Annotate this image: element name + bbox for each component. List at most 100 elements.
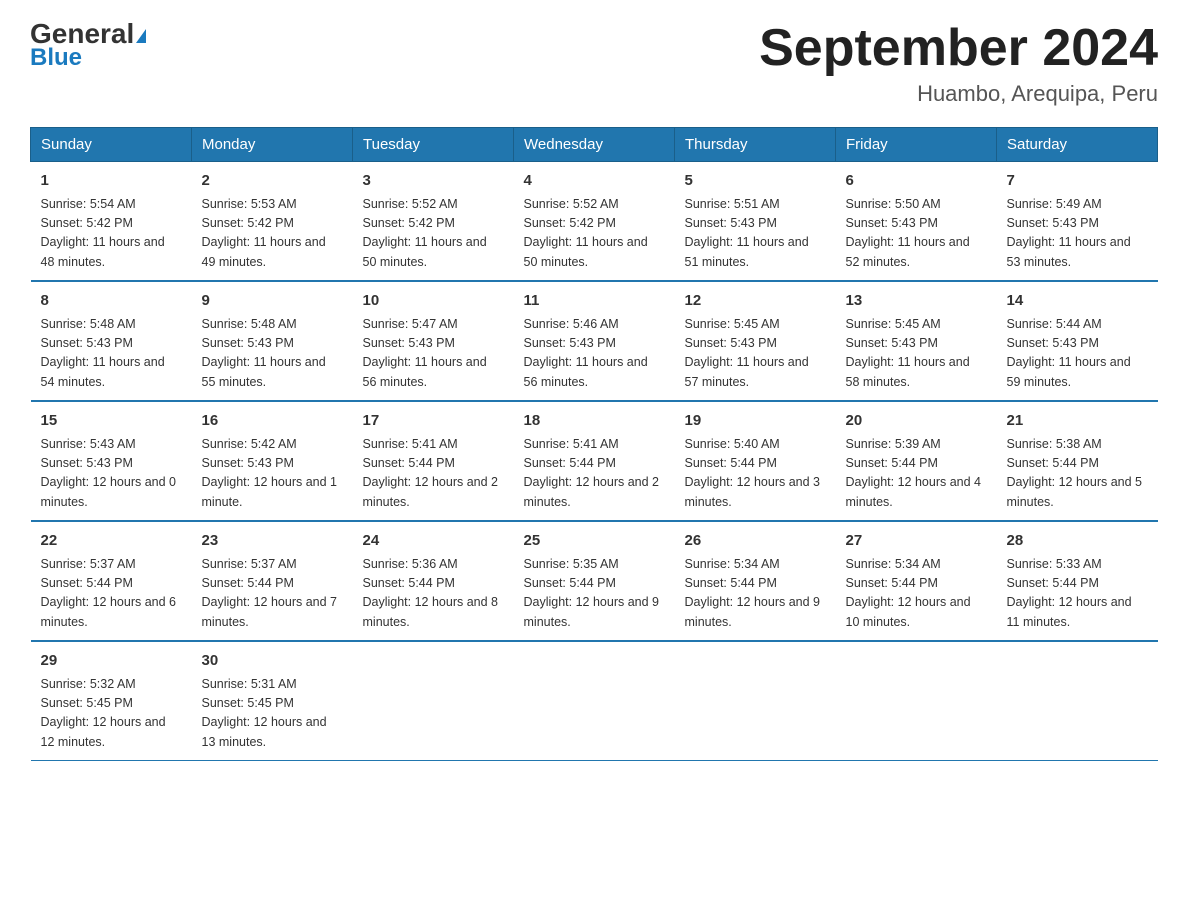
calendar-week-row: 1Sunrise: 5:54 AMSunset: 5:42 PMDaylight… xyxy=(31,162,1158,282)
day-number: 18 xyxy=(524,410,665,433)
day-info: Sunrise: 5:41 AMSunset: 5:44 PMDaylight:… xyxy=(524,435,665,513)
calendar-cell: 2Sunrise: 5:53 AMSunset: 5:42 PMDaylight… xyxy=(192,162,353,282)
day-number: 1 xyxy=(41,170,182,193)
calendar-cell: 9Sunrise: 5:48 AMSunset: 5:43 PMDaylight… xyxy=(192,281,353,401)
calendar-cell: 3Sunrise: 5:52 AMSunset: 5:42 PMDaylight… xyxy=(353,162,514,282)
day-number: 27 xyxy=(846,530,987,553)
day-number: 3 xyxy=(363,170,504,193)
day-number: 21 xyxy=(1007,410,1148,433)
calendar-cell: 1Sunrise: 5:54 AMSunset: 5:42 PMDaylight… xyxy=(31,162,192,282)
calendar-cell: 8Sunrise: 5:48 AMSunset: 5:43 PMDaylight… xyxy=(31,281,192,401)
day-number: 15 xyxy=(41,410,182,433)
day-number: 2 xyxy=(202,170,343,193)
calendar-week-row: 15Sunrise: 5:43 AMSunset: 5:43 PMDayligh… xyxy=(31,401,1158,521)
calendar-cell: 25Sunrise: 5:35 AMSunset: 5:44 PMDayligh… xyxy=(514,521,675,641)
day-number: 14 xyxy=(1007,290,1148,313)
day-number: 22 xyxy=(41,530,182,553)
day-info: Sunrise: 5:34 AMSunset: 5:44 PMDaylight:… xyxy=(846,555,987,633)
calendar-cell: 28Sunrise: 5:33 AMSunset: 5:44 PMDayligh… xyxy=(997,521,1158,641)
calendar-cell xyxy=(675,641,836,761)
day-info: Sunrise: 5:41 AMSunset: 5:44 PMDaylight:… xyxy=(363,435,504,513)
day-info: Sunrise: 5:32 AMSunset: 5:45 PMDaylight:… xyxy=(41,675,182,753)
day-number: 26 xyxy=(685,530,826,553)
logo: General Blue xyxy=(30,20,146,72)
day-number: 11 xyxy=(524,290,665,313)
day-info: Sunrise: 5:42 AMSunset: 5:43 PMDaylight:… xyxy=(202,435,343,513)
day-number: 28 xyxy=(1007,530,1148,553)
calendar-cell: 17Sunrise: 5:41 AMSunset: 5:44 PMDayligh… xyxy=(353,401,514,521)
calendar-cell: 10Sunrise: 5:47 AMSunset: 5:43 PMDayligh… xyxy=(353,281,514,401)
col-header-sunday: Sunday xyxy=(31,128,192,162)
day-number: 6 xyxy=(846,170,987,193)
day-info: Sunrise: 5:53 AMSunset: 5:42 PMDaylight:… xyxy=(202,195,343,273)
calendar-week-row: 8Sunrise: 5:48 AMSunset: 5:43 PMDaylight… xyxy=(31,281,1158,401)
calendar-cell: 15Sunrise: 5:43 AMSunset: 5:43 PMDayligh… xyxy=(31,401,192,521)
day-number: 20 xyxy=(846,410,987,433)
day-info: Sunrise: 5:34 AMSunset: 5:44 PMDaylight:… xyxy=(685,555,826,633)
day-number: 19 xyxy=(685,410,826,433)
day-info: Sunrise: 5:31 AMSunset: 5:45 PMDaylight:… xyxy=(202,675,343,753)
day-number: 13 xyxy=(846,290,987,313)
day-number: 4 xyxy=(524,170,665,193)
day-info: Sunrise: 5:46 AMSunset: 5:43 PMDaylight:… xyxy=(524,315,665,393)
day-number: 10 xyxy=(363,290,504,313)
day-info: Sunrise: 5:36 AMSunset: 5:44 PMDaylight:… xyxy=(363,555,504,633)
calendar-cell: 26Sunrise: 5:34 AMSunset: 5:44 PMDayligh… xyxy=(675,521,836,641)
day-info: Sunrise: 5:50 AMSunset: 5:43 PMDaylight:… xyxy=(846,195,987,273)
calendar-cell: 16Sunrise: 5:42 AMSunset: 5:43 PMDayligh… xyxy=(192,401,353,521)
day-info: Sunrise: 5:48 AMSunset: 5:43 PMDaylight:… xyxy=(41,315,182,393)
calendar-cell: 19Sunrise: 5:40 AMSunset: 5:44 PMDayligh… xyxy=(675,401,836,521)
calendar-cell: 23Sunrise: 5:37 AMSunset: 5:44 PMDayligh… xyxy=(192,521,353,641)
day-number: 25 xyxy=(524,530,665,553)
day-info: Sunrise: 5:49 AMSunset: 5:43 PMDaylight:… xyxy=(1007,195,1148,273)
day-info: Sunrise: 5:45 AMSunset: 5:43 PMDaylight:… xyxy=(685,315,826,393)
day-number: 7 xyxy=(1007,170,1148,193)
calendar-cell xyxy=(836,641,997,761)
day-info: Sunrise: 5:52 AMSunset: 5:42 PMDaylight:… xyxy=(363,195,504,273)
day-info: Sunrise: 5:38 AMSunset: 5:44 PMDaylight:… xyxy=(1007,435,1148,513)
calendar-cell: 24Sunrise: 5:36 AMSunset: 5:44 PMDayligh… xyxy=(353,521,514,641)
page-header: General Blue September 2024 Huambo, Areq… xyxy=(30,20,1158,107)
calendar-week-row: 29Sunrise: 5:32 AMSunset: 5:45 PMDayligh… xyxy=(31,641,1158,761)
calendar-cell: 14Sunrise: 5:44 AMSunset: 5:43 PMDayligh… xyxy=(997,281,1158,401)
day-info: Sunrise: 5:45 AMSunset: 5:43 PMDaylight:… xyxy=(846,315,987,393)
day-number: 5 xyxy=(685,170,826,193)
col-header-wednesday: Wednesday xyxy=(514,128,675,162)
calendar-cell: 29Sunrise: 5:32 AMSunset: 5:45 PMDayligh… xyxy=(31,641,192,761)
calendar-cell: 7Sunrise: 5:49 AMSunset: 5:43 PMDaylight… xyxy=(997,162,1158,282)
day-info: Sunrise: 5:35 AMSunset: 5:44 PMDaylight:… xyxy=(524,555,665,633)
calendar-cell: 30Sunrise: 5:31 AMSunset: 5:45 PMDayligh… xyxy=(192,641,353,761)
day-number: 12 xyxy=(685,290,826,313)
calendar-cell: 18Sunrise: 5:41 AMSunset: 5:44 PMDayligh… xyxy=(514,401,675,521)
day-number: 30 xyxy=(202,650,343,673)
col-header-saturday: Saturday xyxy=(997,128,1158,162)
col-header-monday: Monday xyxy=(192,128,353,162)
day-info: Sunrise: 5:37 AMSunset: 5:44 PMDaylight:… xyxy=(202,555,343,633)
col-header-friday: Friday xyxy=(836,128,997,162)
day-info: Sunrise: 5:39 AMSunset: 5:44 PMDaylight:… xyxy=(846,435,987,513)
day-info: Sunrise: 5:37 AMSunset: 5:44 PMDaylight:… xyxy=(41,555,182,633)
calendar-cell: 27Sunrise: 5:34 AMSunset: 5:44 PMDayligh… xyxy=(836,521,997,641)
day-info: Sunrise: 5:44 AMSunset: 5:43 PMDaylight:… xyxy=(1007,315,1148,393)
calendar-cell: 5Sunrise: 5:51 AMSunset: 5:43 PMDaylight… xyxy=(675,162,836,282)
calendar-subtitle: Huambo, Arequipa, Peru xyxy=(759,81,1158,107)
col-header-thursday: Thursday xyxy=(675,128,836,162)
logo-blue: Blue xyxy=(30,44,82,72)
day-info: Sunrise: 5:40 AMSunset: 5:44 PMDaylight:… xyxy=(685,435,826,513)
day-number: 23 xyxy=(202,530,343,553)
day-info: Sunrise: 5:48 AMSunset: 5:43 PMDaylight:… xyxy=(202,315,343,393)
calendar-title: September 2024 xyxy=(759,20,1158,77)
title-block: September 2024 Huambo, Arequipa, Peru xyxy=(759,20,1158,107)
day-info: Sunrise: 5:47 AMSunset: 5:43 PMDaylight:… xyxy=(363,315,504,393)
calendar-cell xyxy=(353,641,514,761)
calendar-cell: 6Sunrise: 5:50 AMSunset: 5:43 PMDaylight… xyxy=(836,162,997,282)
calendar-cell: 21Sunrise: 5:38 AMSunset: 5:44 PMDayligh… xyxy=(997,401,1158,521)
day-info: Sunrise: 5:52 AMSunset: 5:42 PMDaylight:… xyxy=(524,195,665,273)
day-number: 29 xyxy=(41,650,182,673)
col-header-tuesday: Tuesday xyxy=(353,128,514,162)
calendar-cell xyxy=(997,641,1158,761)
calendar-cell: 12Sunrise: 5:45 AMSunset: 5:43 PMDayligh… xyxy=(675,281,836,401)
day-number: 16 xyxy=(202,410,343,433)
calendar-cell: 11Sunrise: 5:46 AMSunset: 5:43 PMDayligh… xyxy=(514,281,675,401)
day-info: Sunrise: 5:54 AMSunset: 5:42 PMDaylight:… xyxy=(41,195,182,273)
